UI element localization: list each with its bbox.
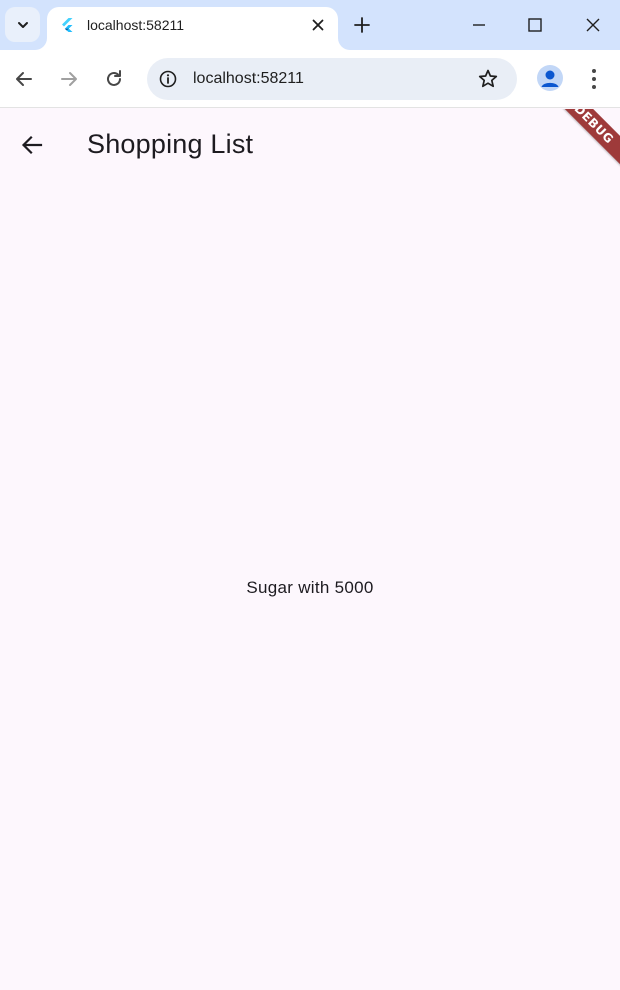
- minimize-icon[interactable]: [469, 15, 489, 35]
- item-detail-text: Sugar with 5000: [246, 578, 374, 597]
- arrow-back-icon: [21, 135, 43, 155]
- more-options-icon[interactable]: [584, 67, 604, 91]
- chevron-down-icon: [17, 21, 28, 28]
- app-bar: Shopping List: [0, 109, 620, 179]
- reload-icon[interactable]: [103, 68, 125, 90]
- window-close-icon[interactable]: [583, 15, 603, 35]
- close-icon[interactable]: [310, 17, 326, 33]
- address-bar[interactable]: localhost:58211: [147, 58, 517, 100]
- address-bar-url[interactable]: localhost:58211: [193, 69, 304, 89]
- person-icon: [541, 70, 559, 87]
- flutter-icon: [62, 18, 73, 32]
- site-info-icon[interactable]: [158, 69, 178, 89]
- browser-toolbar: localhost:58211: [0, 50, 620, 108]
- new-tab-icon[interactable]: [352, 15, 372, 35]
- tab-search-button[interactable]: [5, 7, 40, 42]
- forward-arrow-icon[interactable]: [58, 68, 80, 90]
- back-button[interactable]: [12, 125, 52, 165]
- app-viewport: Shopping List Sugar with 5000 DEBUG: [0, 109, 620, 990]
- bookmark-star-icon[interactable]: [477, 68, 499, 90]
- maximize-icon[interactable]: [525, 15, 545, 35]
- profile-avatar[interactable]: [537, 65, 563, 91]
- back-arrow-icon[interactable]: [13, 68, 35, 90]
- browser-tabstrip: localhost:58211: [0, 0, 620, 50]
- tab-title: localhost:58211: [87, 17, 185, 33]
- browser-tab-active[interactable]: localhost:58211: [47, 7, 338, 50]
- page-title: Shopping List: [87, 129, 254, 159]
